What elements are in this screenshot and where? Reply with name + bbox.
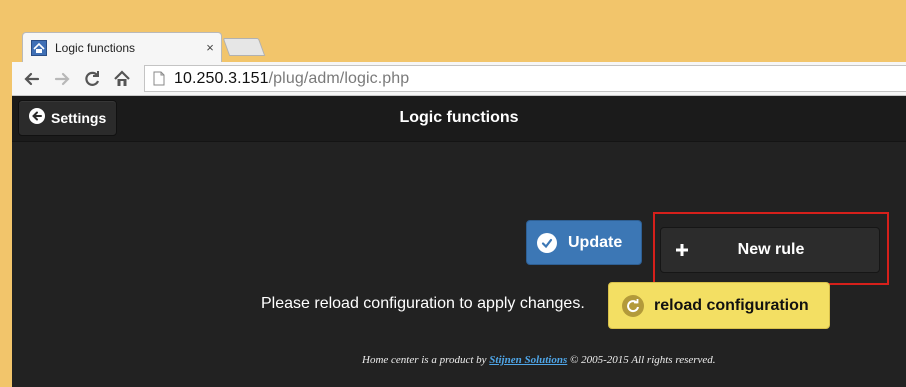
- new-rule-button[interactable]: New rule: [660, 227, 880, 273]
- forward-arrow-icon[interactable]: [52, 69, 72, 89]
- new-tab-button[interactable]: [222, 38, 266, 56]
- reload-configuration-label: reload configuration: [654, 296, 809, 314]
- url-text: 10.250.3.151/plug/adm/logic.php: [174, 70, 409, 88]
- home-icon[interactable]: [112, 69, 132, 89]
- check-circle-icon: [537, 232, 557, 253]
- reload-notice: Please reload configuration to apply cha…: [261, 295, 585, 312]
- app-header: Settings Logic functions: [12, 96, 906, 142]
- back-arrow-icon[interactable]: [22, 69, 42, 89]
- update-button[interactable]: Update: [526, 220, 642, 265]
- reload-configuration-button[interactable]: reload configuration: [608, 282, 830, 329]
- browser-tab[interactable]: Logic functions ×: [22, 32, 222, 62]
- page-icon: [153, 71, 165, 86]
- footer-text: Home center is a product by Stijnen Solu…: [362, 354, 716, 366]
- refresh-icon: [622, 294, 644, 317]
- address-bar[interactable]: 10.250.3.151/plug/adm/logic.php: [144, 65, 906, 92]
- url-host: 10.250.3.151: [174, 69, 269, 87]
- window-frame: [0, 62, 12, 387]
- tab-title: Logic functions: [55, 40, 136, 55]
- home-favicon-icon: [31, 39, 47, 56]
- app-page: Settings Logic functions Update New rule…: [12, 96, 906, 387]
- new-rule-label: New rule: [737, 241, 805, 258]
- reload-icon[interactable]: [82, 69, 102, 89]
- url-path: /plug/adm/logic.php: [268, 69, 410, 87]
- footer-suffix: © 2005-2015 All rights reserved.: [567, 354, 716, 366]
- page-title: Logic functions: [399, 109, 519, 126]
- browser-tabstrip: Logic functions ×: [0, 0, 906, 62]
- plus-icon: [675, 237, 695, 263]
- tab-close-icon[interactable]: ×: [199, 40, 221, 55]
- footer-prefix: Home center is a product by: [362, 354, 490, 366]
- update-label: Update: [568, 233, 623, 251]
- footer-company-link[interactable]: Stijnen Solutions: [489, 354, 567, 366]
- browser-toolbar: 10.250.3.151/plug/adm/logic.php: [12, 62, 906, 96]
